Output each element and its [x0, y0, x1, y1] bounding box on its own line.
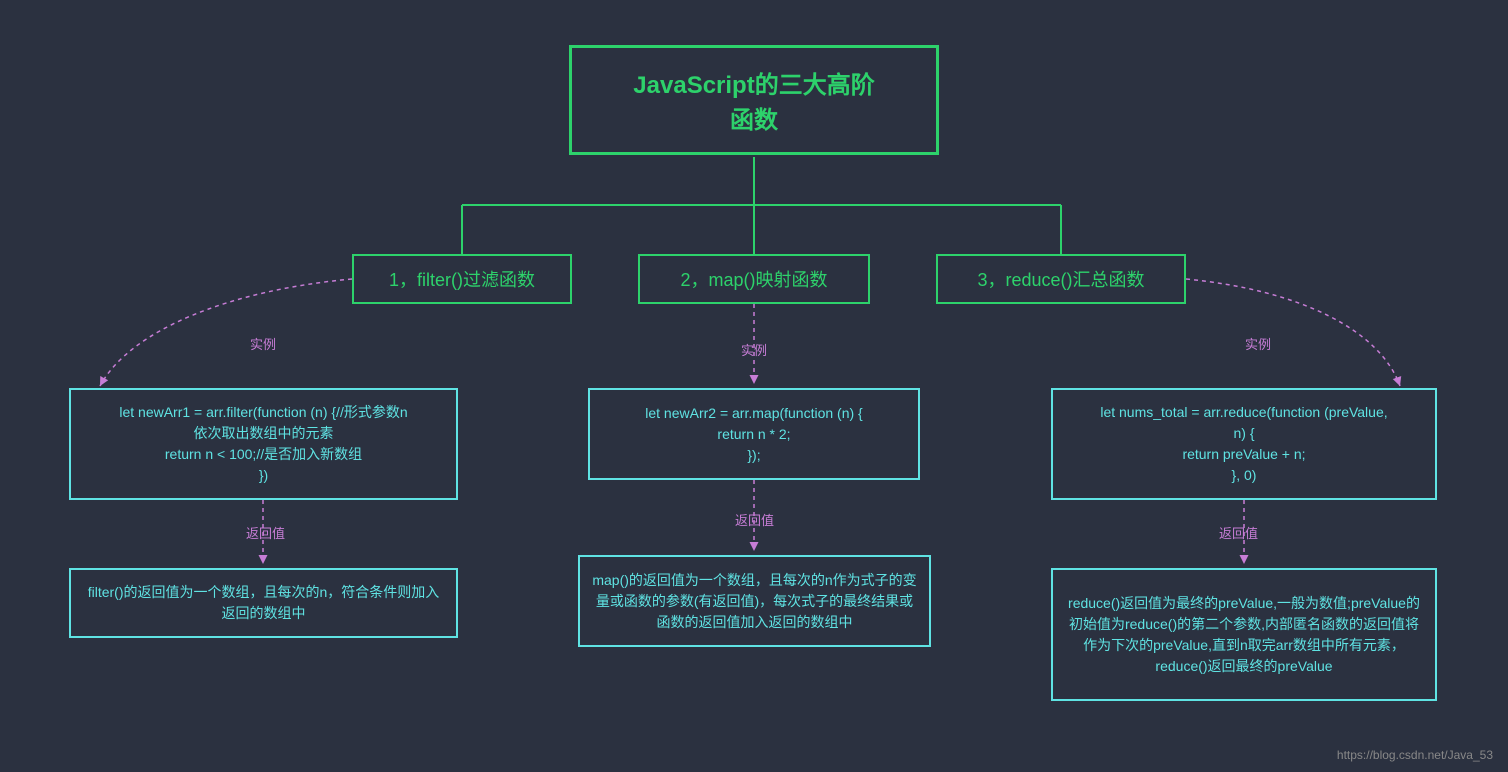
category-filter: 1，filter()过滤函数 — [352, 254, 572, 304]
return-reduce-text: reduce()返回值为最终的preValue,一般为数值;preValue的初… — [1065, 593, 1423, 677]
example-map: let newArr2 = arr.map(function (n) { ret… — [588, 388, 920, 480]
category-reduce-label: 3，reduce()汇总函数 — [977, 266, 1144, 292]
category-map: 2，map()映射函数 — [638, 254, 870, 304]
example-reduce: let nums_total = arr.reduce(function (pr… — [1051, 388, 1437, 500]
label-return-filter: 返回值 — [246, 523, 285, 542]
category-filter-label: 1，filter()过滤函数 — [389, 266, 535, 292]
example-filter-l3: return n < 100;//是否加入新数组 — [165, 444, 362, 465]
label-example-reduce: 实例 — [1245, 334, 1271, 353]
category-map-label: 2，map()映射函数 — [680, 266, 827, 292]
root-title-line2: 函数 — [730, 100, 778, 135]
example-map-l3: }); — [747, 445, 760, 466]
root-node: JavaScript的三大高阶 函数 — [569, 45, 939, 155]
example-reduce-l4: }, 0) — [1232, 465, 1257, 486]
label-example-filter: 实例 — [250, 334, 276, 353]
return-map-text: map()的返回值为一个数组，且每次的n作为式子的变量或函数的参数(有返回值)，… — [592, 570, 917, 633]
example-reduce-l2: n) { — [1233, 423, 1254, 444]
label-example-map: 实例 — [741, 340, 767, 359]
example-map-l1: let newArr2 = arr.map(function (n) { — [645, 403, 863, 424]
return-filter: filter()的返回值为一个数组，且每次的n，符合条件则加入返回的数组中 — [69, 568, 458, 638]
label-return-map: 返回值 — [735, 510, 774, 529]
example-map-l2: return n * 2; — [717, 424, 790, 445]
watermark: https://blog.csdn.net/Java_53 — [1337, 748, 1493, 762]
return-map: map()的返回值为一个数组，且每次的n作为式子的变量或函数的参数(有返回值)，… — [578, 555, 931, 647]
example-reduce-l1: let nums_total = arr.reduce(function (pr… — [1100, 402, 1387, 423]
label-return-reduce: 返回值 — [1219, 523, 1258, 542]
return-reduce: reduce()返回值为最终的preValue,一般为数值;preValue的初… — [1051, 568, 1437, 701]
example-filter-l2: 依次取出数组中的元素 — [194, 423, 334, 444]
example-filter-l4: }) — [259, 465, 268, 486]
category-reduce: 3，reduce()汇总函数 — [936, 254, 1186, 304]
example-filter-l1: let newArr1 = arr.filter(function (n) {/… — [119, 402, 407, 423]
example-filter: let newArr1 = arr.filter(function (n) {/… — [69, 388, 458, 500]
root-title-line1: JavaScript的三大高阶 — [633, 65, 874, 100]
example-reduce-l3: return preValue + n; — [1182, 444, 1305, 465]
return-filter-text: filter()的返回值为一个数组，且每次的n，符合条件则加入返回的数组中 — [83, 582, 444, 624]
